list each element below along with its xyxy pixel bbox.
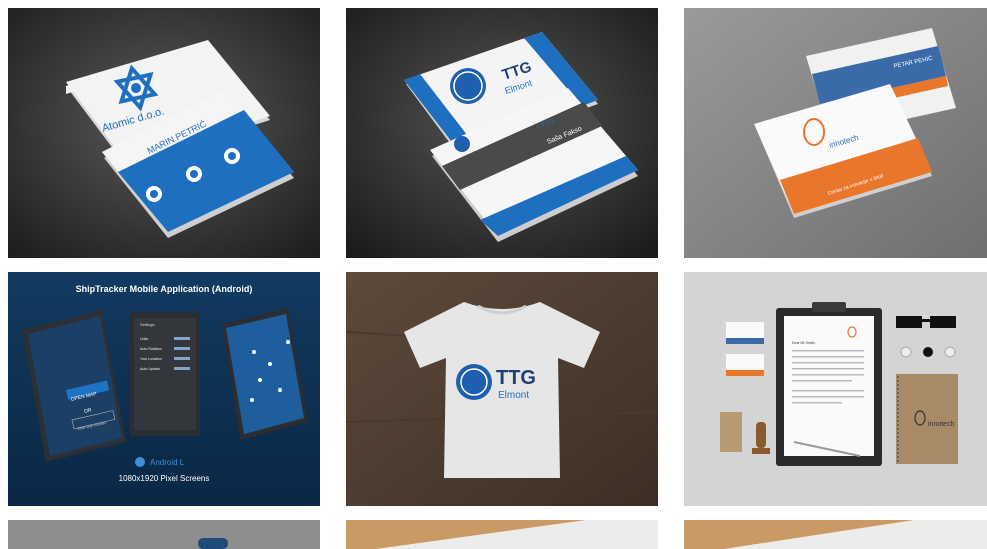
screens-label: 1080x1920 Pixel Screens (119, 474, 210, 483)
tshirt-logo-bottom: Elmont (498, 390, 529, 401)
settings-item: Units (140, 337, 148, 341)
gallery-item-mockup-8[interactable] (346, 520, 658, 549)
settings-item: Your Location (140, 357, 162, 361)
notebook-brand: innotech (928, 421, 955, 428)
gallery-item-mockup-7[interactable] (8, 520, 320, 549)
gallery-item-innotech-stationery[interactable]: Dear Mr Smith, innotech (684, 272, 987, 506)
android-label: Android L (150, 458, 185, 467)
shiptracker-title: ShipTracker Mobile Application (Android) (76, 284, 253, 294)
settings-item: Auto Update (140, 367, 160, 371)
gallery-item-innotech-cards[interactable]: PETAR PEHIĆ innotech Centar za inovacije… (684, 8, 987, 258)
gallery-item-ttg-tshirt[interactable]: TTG Elmont (346, 272, 658, 506)
settings-title: Settings (140, 322, 154, 327)
gallery-item-ttg-cards[interactable]: TTG Elmont TTG Saša Fakso (346, 8, 658, 258)
tshirt-logo-top: TTG (496, 367, 536, 389)
gallery-item-shiptracker[interactable]: ShipTracker Mobile Application (Android)… (8, 272, 320, 506)
settings-item: Auto Rotation (140, 347, 162, 351)
letter-greeting: Dear Mr Smith, (792, 341, 816, 345)
gallery-item-atomic-cards[interactable]: Atomic d.o.o. MARIN PETRIĆ (8, 8, 320, 258)
gallery-item-mockup-9[interactable] (684, 520, 987, 549)
